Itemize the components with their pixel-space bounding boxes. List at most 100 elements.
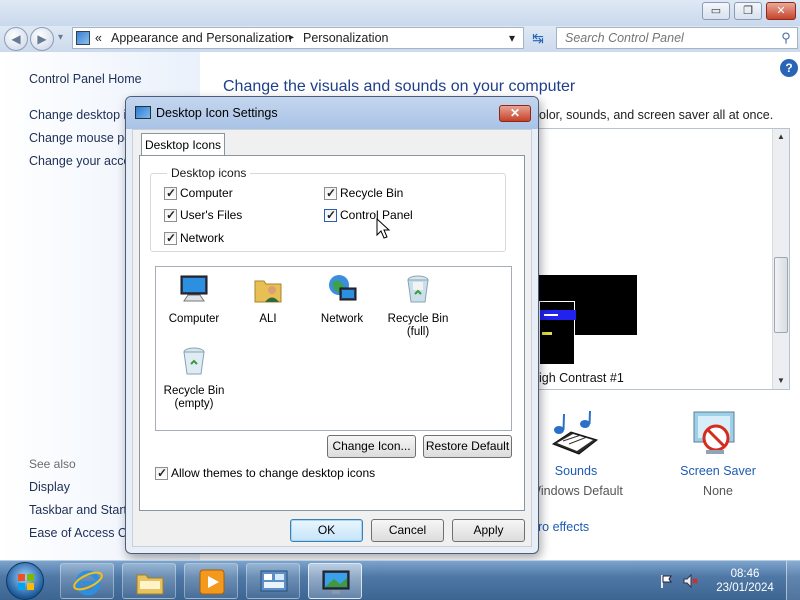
back-arrow-icon: ◀ [11, 32, 21, 46]
clock-date: 23/01/2024 [716, 582, 774, 594]
icon-label: Recycle Bin (empty) [163, 385, 225, 410]
checkbox-label: User's Files [180, 208, 243, 222]
address-overflow-icon[interactable]: « [95, 28, 102, 48]
windows-explorer-icon [136, 574, 164, 595]
breadcrumb-separator-icon[interactable]: ▸ [289, 28, 294, 48]
refresh-button[interactable]: ↹ [526, 27, 550, 49]
address-dropdown-icon[interactable]: ▾ [509, 28, 515, 48]
maximize-button[interactable]: ❐ [734, 2, 762, 20]
breadcrumb-appearance[interactable]: Appearance and Personalization [111, 28, 292, 48]
desktop-icon-settings-icon [135, 106, 151, 119]
theme-preview-window [539, 301, 576, 365]
user-folder-icon [254, 280, 282, 303]
checkbox-checked-icon[interactable] [164, 208, 177, 223]
breadcrumb-personalization[interactable]: Personalization [303, 28, 388, 48]
checkbox-checked-icon[interactable] [164, 186, 177, 201]
icon-label: Computer [168, 313, 220, 325]
recycle-bin-checkbox[interactable]: Recycle Bin [324, 186, 403, 202]
taskbar-windows-explorer[interactable] [122, 563, 176, 599]
list-item[interactable]: Computer [158, 273, 230, 326]
show-desktop-button[interactable] [786, 561, 800, 600]
control-panel-icon [76, 31, 90, 45]
scrollbar-thumb[interactable] [774, 257, 788, 333]
checkbox-checked-icon[interactable] [324, 208, 337, 223]
desktop-icon-settings-dialog: Desktop Icon Settings ✕ Desktop Icons De… [125, 96, 539, 554]
icon-label: Network [320, 313, 364, 325]
sounds-icon[interactable] [549, 410, 599, 458]
search-input[interactable] [565, 30, 775, 46]
page-description: olor, sounds, and screen saver all at on… [539, 108, 774, 122]
taskbar-desktop-icon-settings[interactable] [308, 563, 362, 599]
action-center-flag-icon[interactable] [658, 573, 674, 589]
volume-muted-icon[interactable] [682, 573, 698, 589]
search-box[interactable]: ⚲ [556, 27, 798, 49]
scroll-up-icon[interactable]: ▲ [776, 132, 786, 141]
cancel-button[interactable]: Cancel [371, 519, 444, 542]
scroll-down-icon[interactable]: ▼ [776, 376, 786, 385]
list-item[interactable]: Network [306, 273, 378, 326]
checkbox-checked-icon[interactable] [164, 231, 177, 246]
recycle-bin-full-icon [407, 275, 429, 303]
recent-pages-button[interactable]: ▾ [58, 32, 63, 43]
close-button[interactable]: ✕ [766, 2, 796, 20]
list-item[interactable]: ALI [232, 273, 304, 326]
address-bar[interactable]: « Appearance and Personalization ▸ Perso… [72, 27, 524, 49]
taskbar-internet-explorer[interactable] [60, 563, 114, 599]
tab-desktop-icons[interactable]: Desktop Icons [141, 133, 225, 156]
dialog-close-button[interactable]: ✕ [499, 105, 531, 122]
search-icon[interactable]: ⚲ [779, 31, 793, 45]
ok-button[interactable]: OK [290, 519, 363, 542]
users-files-checkbox[interactable]: User's Files [164, 208, 242, 224]
list-item[interactable]: Recycle Bin (full) [382, 273, 454, 339]
control-panel-checkbox[interactable]: Control Panel [324, 208, 413, 224]
screen-saver-setting[interactable]: Screen Saver None [668, 464, 768, 498]
allow-themes-checkbox[interactable]: Allow themes to change desktop icons [155, 466, 375, 482]
checkbox-checked-icon[interactable] [155, 466, 168, 481]
dialog-title-bar[interactable]: Desktop Icon Settings ✕ [126, 97, 538, 129]
control-panel-home-link[interactable]: Control Panel Home [29, 72, 142, 86]
dialog-body: Desktop Icons Desktop icons Computer Rec… [132, 129, 532, 547]
windows-logo-icon [18, 574, 34, 590]
mouse-cursor-icon [376, 218, 391, 239]
theme-list-scrollbar[interactable]: ▲ ▼ [772, 129, 789, 389]
internet-explorer-icon [73, 570, 103, 596]
help-icon[interactable]: ? [780, 59, 798, 77]
checkbox-checked-icon[interactable] [324, 186, 337, 201]
media-player-icon [199, 569, 225, 595]
effects-link[interactable]: ro effects [538, 520, 589, 534]
screen-saver-icon[interactable] [690, 410, 740, 458]
system-clock[interactable]: 08:46 23/01/2024 [708, 567, 782, 595]
desktop-icon-settings-icon [322, 570, 350, 594]
checkbox-label: Allow themes to change desktop icons [171, 466, 376, 480]
taskbar: 08:46 23/01/2024 [0, 560, 800, 600]
page-title: Change the visuals and sounds on your co… [223, 78, 576, 95]
start-button[interactable] [6, 562, 44, 600]
forward-button[interactable]: ▶ [30, 27, 54, 51]
apply-button[interactable]: Apply [452, 519, 525, 542]
network-icon [329, 275, 357, 301]
desktop-icons-group-label: Desktop icons [167, 166, 251, 180]
restore-default-button[interactable]: Restore Default [423, 435, 512, 458]
clock-time: 08:46 [730, 568, 760, 580]
theme-list[interactable]: igh Contrast #1 ▲ ▼ [538, 128, 790, 390]
icon-label: ALI [259, 313, 277, 325]
icon-label: Recycle Bin (full) [387, 313, 449, 338]
minimize-button[interactable]: ▭ [702, 2, 730, 20]
computer-checkbox[interactable]: Computer [164, 186, 233, 202]
back-button[interactable]: ◀ [4, 27, 28, 51]
screen-saver-link[interactable]: Screen Saver [668, 464, 768, 478]
desktop-icon-list[interactable]: Computer ALI Network Recycle Bin (full) … [155, 266, 512, 431]
taskbar-media-player[interactable] [184, 563, 238, 599]
forward-arrow-icon: ▶ [37, 32, 47, 46]
checkbox-label: Computer [180, 186, 233, 200]
taskbar-control-panel[interactable] [246, 563, 300, 599]
network-checkbox[interactable]: Network [164, 231, 224, 247]
theme-name-high-contrast[interactable]: igh Contrast #1 [539, 371, 624, 385]
refresh-icon: ↹ [532, 30, 544, 46]
list-item[interactable]: Recycle Bin (empty) [158, 345, 230, 411]
display-link[interactable]: Display [29, 480, 70, 494]
recycle-bin-empty-icon [183, 347, 205, 375]
see-also-heading: See also [29, 457, 76, 471]
dialog-title: Desktop Icon Settings [156, 106, 278, 120]
change-icon-button[interactable]: Change Icon... [327, 435, 416, 458]
